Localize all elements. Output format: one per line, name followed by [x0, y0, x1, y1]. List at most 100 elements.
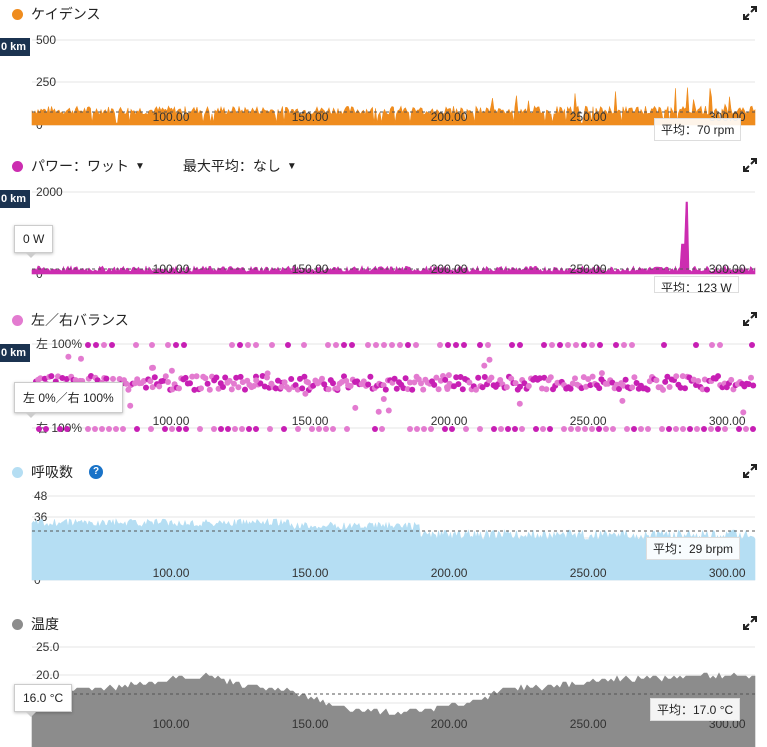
- balance-point: [653, 377, 660, 384]
- power-average-label: 平均：123 W: [654, 276, 739, 293]
- balance-point: [621, 342, 627, 348]
- balance-point: [93, 342, 99, 348]
- balance-point: [165, 379, 171, 385]
- balance-point: [622, 376, 629, 383]
- balance-point: [461, 342, 467, 348]
- respiration-panel: 呼吸数 ? 483624120100.00150.00200.00250.003…: [0, 458, 767, 600]
- balance-point: [624, 426, 630, 432]
- power-panel: パワー：ワット ▼ 最大平均：なし ▼ 20000100.00150.00200…: [0, 152, 767, 293]
- balance-point: [85, 426, 91, 432]
- x-tick-label: 100.00: [153, 566, 190, 580]
- balance-point: [561, 426, 567, 432]
- balance-point: [402, 375, 409, 382]
- cadence-average-label: 平均：70 rpm: [654, 118, 742, 141]
- balance-point: [334, 385, 341, 392]
- balance-point: [202, 375, 209, 382]
- balance-point: [596, 385, 603, 392]
- x-tick-label: 250.00: [570, 414, 607, 428]
- balance-point: [204, 380, 211, 387]
- balance-point: [325, 342, 331, 348]
- balance-point: [299, 385, 306, 392]
- x-tick-label: 250.00: [570, 717, 607, 731]
- balance-point: [445, 372, 452, 379]
- balance-point: [228, 386, 235, 393]
- balance-point: [645, 426, 651, 432]
- x-tick-label: 150.00: [292, 717, 329, 731]
- balance-point: [445, 342, 451, 348]
- balance-point: [333, 342, 339, 348]
- temperature-area: [31, 672, 756, 747]
- balance-point: [344, 426, 350, 432]
- balance-point: [701, 426, 707, 432]
- balance-points: [33, 342, 757, 432]
- balance-point: [491, 426, 497, 432]
- balance-point: [110, 375, 116, 382]
- balance-point: [165, 342, 171, 348]
- balance-point: [198, 385, 204, 392]
- cadence-bars: [31, 87, 756, 126]
- x-tick-label: 250.00: [570, 110, 607, 124]
- balance-point: [505, 426, 511, 432]
- balance-point: [435, 386, 442, 393]
- temperature-average-label: 平均：17.0 °C: [650, 698, 741, 721]
- balance-point: [367, 373, 374, 380]
- balance-point: [589, 342, 595, 348]
- temperature-chart: 25.020.015.010.0100.00150.00200.00250.00…: [31, 640, 756, 747]
- balance-point: [533, 426, 539, 432]
- balance-panel: 左／右バランス 左 100%右 100%100.00150.00200.0025…: [0, 306, 767, 452]
- power-chart: 20000100.00150.00200.00250.00300.00: [31, 185, 756, 281]
- balance-point: [319, 375, 325, 382]
- balance-point: [610, 426, 616, 432]
- balance-point: [246, 426, 252, 432]
- balance-point: [420, 386, 427, 393]
- x-tick-label: 200.00: [431, 566, 468, 580]
- x-tick-label: 250.00: [570, 566, 607, 580]
- balance-point: [407, 426, 413, 432]
- balance-point: [149, 342, 155, 348]
- balance-point: [619, 397, 626, 404]
- distance-tag: 0 km: [0, 38, 31, 56]
- balance-point: [281, 426, 287, 432]
- balance-point: [325, 386, 332, 393]
- respiration-average-label: 平均：29 brpm: [646, 537, 741, 560]
- balance-point: [239, 426, 245, 432]
- balance-point: [666, 384, 673, 390]
- balance-point: [660, 386, 666, 393]
- balance-point: [481, 362, 488, 369]
- balance-point: [229, 342, 235, 348]
- y-tick-label: 2000: [36, 185, 63, 199]
- balance-point: [597, 342, 603, 348]
- balance-point: [629, 384, 636, 391]
- balance-point: [99, 426, 105, 432]
- balance-point: [301, 342, 307, 348]
- balance-point: [253, 377, 260, 384]
- balance-point: [181, 342, 187, 348]
- balance-point: [540, 426, 546, 432]
- balance-point: [253, 342, 259, 348]
- balance-point: [36, 426, 42, 432]
- balance-point: [728, 376, 735, 383]
- balance-point: [134, 426, 140, 432]
- y-tick-label: 250: [36, 75, 56, 89]
- balance-point: [485, 342, 491, 348]
- balance-point: [365, 381, 372, 388]
- balance-point: [549, 342, 555, 348]
- balance-point: [519, 426, 525, 432]
- balance-point: [503, 384, 510, 391]
- balance-point: [352, 404, 359, 411]
- balance-point: [644, 386, 651, 393]
- balance-point: [509, 342, 515, 348]
- y-tick-label: 25.0: [36, 640, 60, 654]
- balance-point: [525, 383, 532, 389]
- balance-point: [444, 384, 450, 391]
- balance-point: [693, 342, 699, 348]
- y-tick-label: 48: [34, 489, 48, 503]
- balance-point: [85, 342, 91, 348]
- balance-point: [382, 386, 389, 393]
- x-tick-label: 150.00: [292, 414, 329, 428]
- balance-point: [242, 386, 248, 393]
- balance-point: [750, 382, 757, 389]
- balance-point: [557, 342, 563, 348]
- balance-point: [269, 342, 275, 348]
- balance-point: [48, 373, 55, 380]
